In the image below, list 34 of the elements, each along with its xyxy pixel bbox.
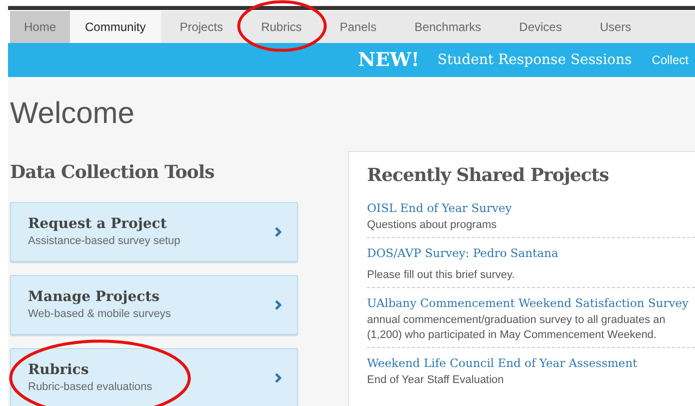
banner-link[interactable]: Collect (652, 51, 688, 69)
banner-title: Student Response Sessions (438, 50, 632, 70)
chevron-right-icon (274, 299, 282, 311)
project-link[interactable]: Weekend Life Council End of Year Assessment (367, 354, 695, 372)
chevron-right-icon (274, 372, 282, 384)
nav-tab[interactable]: Devices (500, 11, 581, 43)
nav-tab[interactable]: Home (10, 11, 70, 43)
nav-tab[interactable]: Panels (320, 11, 396, 43)
project-link[interactable]: OISL End of Year Survey (367, 199, 695, 217)
shared-heading: Recently Shared Projects (367, 164, 610, 188)
tools-heading: Data Collection Tools (10, 161, 216, 185)
card-title: Manage Projects (28, 288, 160, 306)
project-description: (1,200) who participated in May Commencement Weekend. (367, 328, 658, 342)
nav-tab[interactable]: Benchmarks (395, 11, 500, 43)
project-link[interactable]: DOS/AVP Survey: Pedro Santana (367, 244, 695, 262)
project-description: Please fill out this brief survey. (367, 268, 516, 282)
tool-card[interactable]: Request a Project Assistance-based survey setup (10, 202, 298, 262)
card-subtitle: Assistance-based survey setup (28, 234, 182, 249)
tool-card[interactable]: Manage Projects Web-based & mobile surveys (10, 275, 298, 335)
project-link[interactable]: UAlbany Commencement Weekend Satisfaction Survey (367, 294, 695, 312)
card-subtitle: Web-based & mobile surveys (28, 306, 172, 322)
nav-tab[interactable]: Users (580, 11, 650, 43)
project-description: Questions about programs (367, 218, 498, 232)
new-label: NEW! (358, 48, 420, 73)
welcome-heading: Welcome (10, 99, 136, 129)
project-description: annual commencement/graduation survey to all graduates an (367, 313, 666, 327)
card-title: Request a Project (28, 214, 168, 233)
project-description: End of Year Staff Evaluation (367, 373, 505, 387)
chevron-right-icon (274, 226, 282, 238)
nav-tab[interactable]: Projects (160, 11, 242, 43)
card-title: Rubrics (28, 360, 90, 379)
tool-card[interactable]: Rubrics Rubric-based evaluations (10, 348, 298, 406)
nav-tab[interactable]: Community (70, 11, 161, 43)
card-subtitle: Rubric-based evaluations (28, 380, 154, 395)
